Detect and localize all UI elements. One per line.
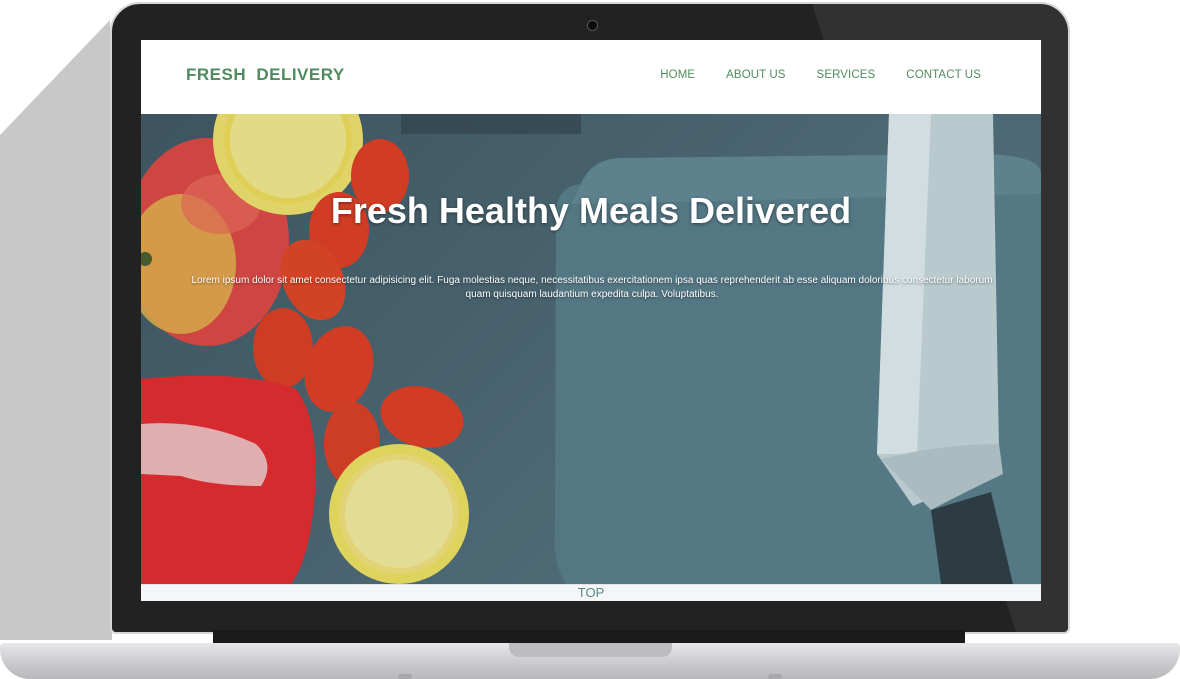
hero-section: Fresh Healthy Meals Delivered Lorem ipsu… <box>141 114 1041 584</box>
camera-icon <box>587 20 598 31</box>
site-header: FRESH DELIVERY HOME ABOUT US SERVICES CO… <box>141 40 1041 114</box>
main-nav: HOME ABOUT US SERVICES CONTACT US <box>660 69 981 81</box>
nav-home[interactable]: HOME <box>660 69 695 81</box>
laptop-screen: FRESH DELIVERY HOME ABOUT US SERVICES CO… <box>141 40 1041 601</box>
back-to-top-link[interactable]: TOP <box>141 585 1041 601</box>
laptop-foot-right <box>768 674 782 679</box>
laptop-foot-left <box>398 674 412 679</box>
nav-contact-us[interactable]: CONTACT US <box>906 69 981 81</box>
hero-background-image <box>141 114 1041 584</box>
nav-services[interactable]: SERVICES <box>817 69 876 81</box>
laptop-hinge <box>213 630 965 644</box>
hero-title: Fresh Healthy Meals Delivered <box>330 190 852 231</box>
site-logo[interactable]: FRESH DELIVERY <box>186 65 345 85</box>
back-to-top-bar: TOP <box>141 584 1041 601</box>
nav-about-us[interactable]: ABOUT US <box>726 69 785 81</box>
laptop-opening-notch <box>509 643 672 657</box>
device-mockup: FRESH DELIVERY HOME ABOUT US SERVICES CO… <box>0 0 1180 679</box>
hero-description: Lorem ipsum dolor sit amet consectetur a… <box>191 275 993 300</box>
